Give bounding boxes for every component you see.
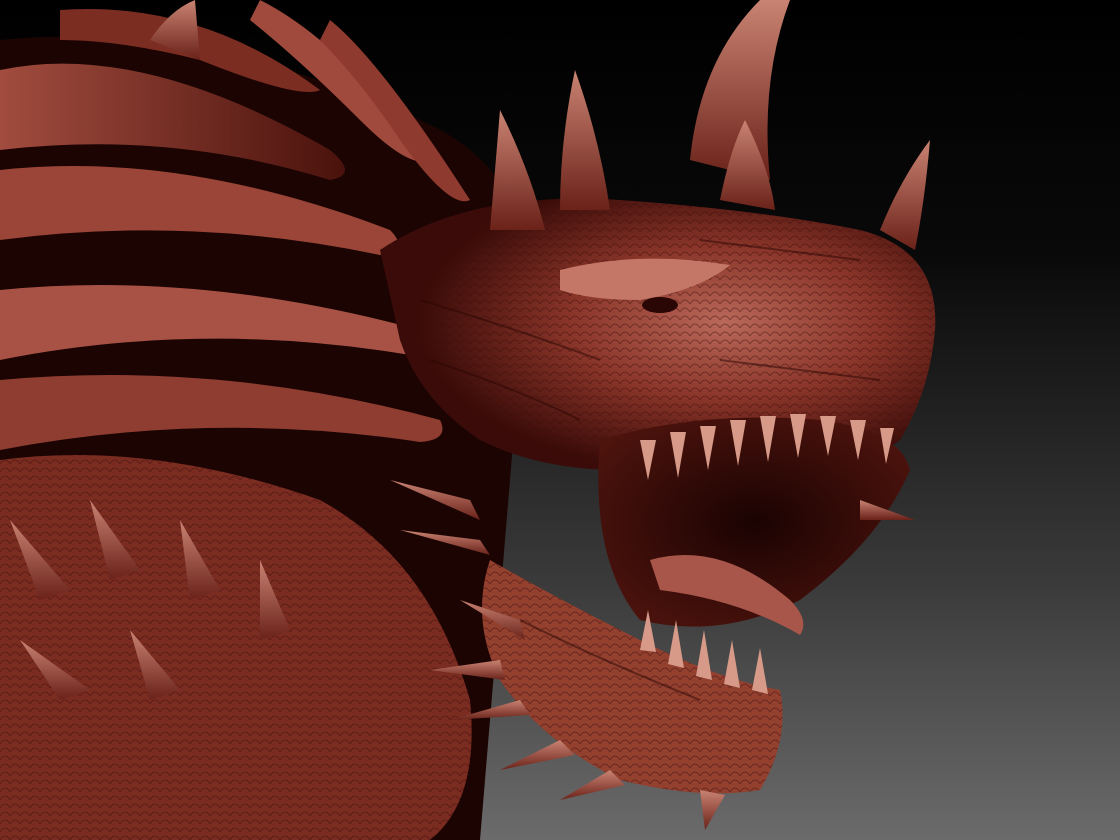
eye [642,297,678,313]
sculpt-viewport[interactable] [0,0,1120,840]
dragon-head-sculpt-render [0,0,1120,840]
